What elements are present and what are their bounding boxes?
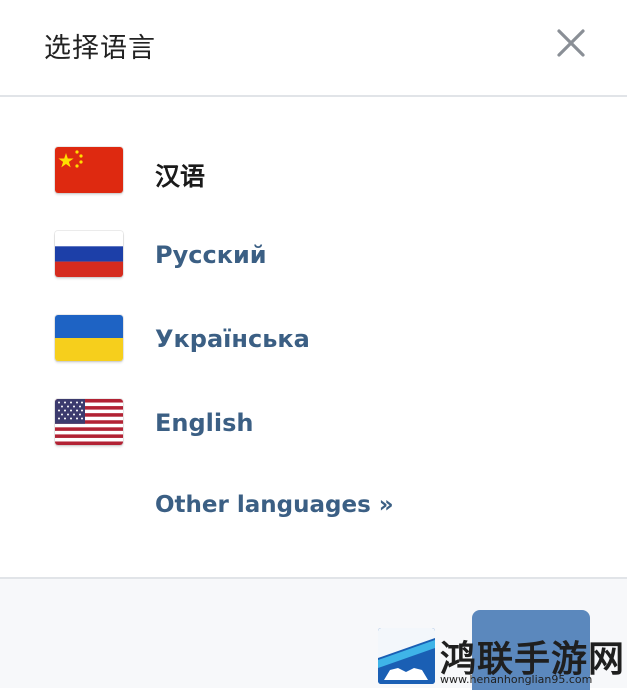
- language-option-chinese[interactable]: 汉语: [0, 141, 627, 201]
- language-label: Українська: [155, 325, 310, 353]
- close-icon[interactable]: [552, 24, 590, 62]
- dialog-title: 选择语言: [44, 33, 156, 64]
- language-option-english[interactable]: English: [0, 393, 627, 453]
- watermark: 鸿联手游网 www.henanhonglian95.com: [378, 628, 627, 688]
- watermark-logo-icon: [378, 628, 435, 684]
- china-flag-icon: [55, 147, 123, 193]
- language-option-russian[interactable]: Русский: [0, 225, 627, 285]
- ukraine-flag-icon: [55, 315, 123, 361]
- language-label: English: [155, 409, 254, 437]
- watermark-url: www.henanhonglian95.com: [440, 673, 593, 686]
- language-option-ukrainian[interactable]: Українська: [0, 309, 627, 369]
- dialog-header: 选择语言: [0, 0, 627, 97]
- language-label: 汉语: [155, 162, 206, 191]
- russia-flag-icon: [55, 231, 123, 277]
- other-languages-link[interactable]: Other languages »: [155, 492, 394, 518]
- language-label: Русский: [155, 241, 267, 269]
- usa-flag-icon: [55, 399, 123, 445]
